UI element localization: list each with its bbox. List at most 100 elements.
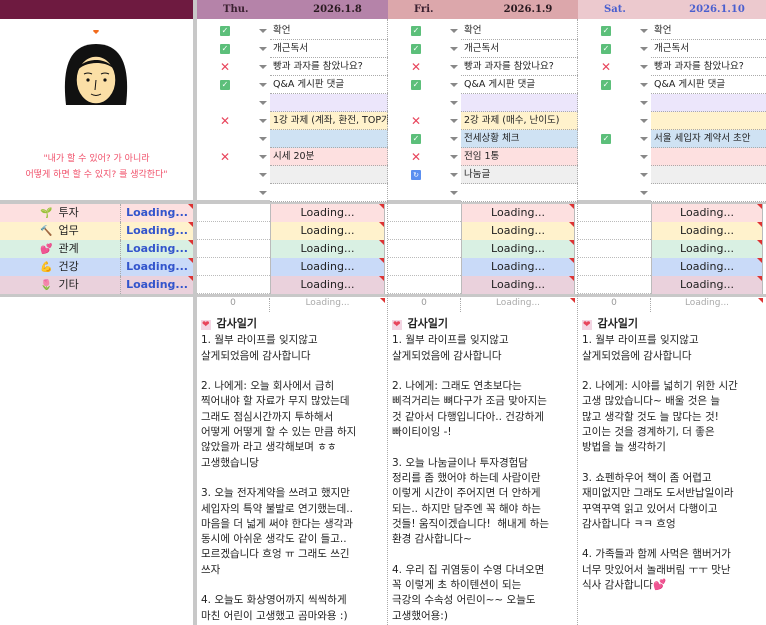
checkbox-checked-icon[interactable]: ✓ (601, 134, 611, 144)
task-text-cell[interactable]: Q&A 게시판 댓글 (651, 76, 766, 94)
cross-icon[interactable]: ✕ (411, 151, 421, 163)
task-text-cell[interactable]: Q&A 게시판 댓글 (461, 76, 578, 94)
dropdown-arrow-icon[interactable] (259, 29, 267, 33)
task-text-cell[interactable]: 시세 20분 (270, 148, 388, 166)
category-day-value[interactable]: Loading... (270, 204, 385, 222)
task-text-cell[interactable] (270, 94, 388, 112)
task-text-cell[interactable]: 빵과 과자를 참았나요? (651, 58, 766, 76)
dropdown-arrow-icon[interactable] (259, 173, 267, 177)
category-day-value[interactable]: Loading... (651, 258, 763, 276)
cross-icon[interactable]: ✕ (220, 115, 230, 127)
status-empty[interactable] (220, 98, 230, 108)
status-empty[interactable] (220, 188, 230, 198)
category-day-value[interactable]: Loading... (651, 222, 763, 240)
dropdown-arrow-icon[interactable] (450, 29, 458, 33)
dropdown-arrow-icon[interactable] (640, 119, 648, 123)
category-day-value[interactable]: Loading... (461, 276, 575, 294)
task-text-cell[interactable]: 개근독서 (651, 40, 766, 58)
status-empty[interactable] (220, 170, 230, 180)
checkbox-checked-icon[interactable]: ✓ (220, 80, 230, 90)
checkbox-checked-icon[interactable]: ✓ (411, 26, 421, 36)
task-text-cell[interactable] (270, 130, 388, 148)
status-empty[interactable] (601, 152, 611, 162)
cross-icon[interactable]: ✕ (601, 61, 611, 73)
task-text-cell[interactable] (461, 184, 578, 202)
task-text-cell[interactable] (651, 112, 766, 130)
task-text-cell[interactable]: 빵과 과자를 참았나요? (461, 58, 578, 76)
status-empty[interactable] (601, 116, 611, 126)
task-text-cell[interactable]: 확언 (651, 22, 766, 40)
dropdown-arrow-icon[interactable] (450, 191, 458, 195)
task-text-cell[interactable]: 전임 1통 (461, 148, 578, 166)
status-empty[interactable] (601, 98, 611, 108)
category-day-value[interactable]: Loading... (461, 204, 575, 222)
checkbox-checked-icon[interactable]: ✓ (411, 44, 421, 54)
task-text-cell[interactable]: 2강 과제 (매수, 난이도) (461, 112, 578, 130)
dropdown-arrow-icon[interactable] (640, 101, 648, 105)
dropdown-arrow-icon[interactable] (640, 173, 648, 177)
dropdown-arrow-icon[interactable] (640, 29, 648, 33)
dropdown-arrow-icon[interactable] (450, 65, 458, 69)
dropdown-arrow-icon[interactable] (259, 101, 267, 105)
checkbox-checked-icon[interactable]: ✓ (220, 44, 230, 54)
dropdown-arrow-icon[interactable] (450, 137, 458, 141)
task-text-cell[interactable]: 개근독서 (461, 40, 578, 58)
dropdown-arrow-icon[interactable] (450, 83, 458, 87)
dropdown-arrow-icon[interactable] (640, 191, 648, 195)
category-day-value[interactable]: Loading... (270, 276, 385, 294)
task-text-cell[interactable] (651, 184, 766, 202)
task-text-cell[interactable] (270, 184, 388, 202)
dropdown-arrow-icon[interactable] (259, 155, 267, 159)
dropdown-arrow-icon[interactable] (450, 119, 458, 123)
cross-icon[interactable]: ✕ (220, 61, 230, 73)
category-day-value[interactable]: Loading... (461, 240, 575, 258)
task-text-cell[interactable] (651, 148, 766, 166)
dropdown-arrow-icon[interactable] (450, 155, 458, 159)
category-total[interactable]: Loading... (121, 258, 193, 276)
sync-icon[interactable]: ↻ (411, 170, 421, 180)
status-empty[interactable] (601, 188, 611, 198)
task-text-cell[interactable] (651, 94, 766, 112)
dropdown-arrow-icon[interactable] (259, 137, 267, 141)
checkbox-checked-icon[interactable]: ✓ (220, 26, 230, 36)
dropdown-arrow-icon[interactable] (450, 173, 458, 177)
category-total[interactable]: Loading... (121, 222, 193, 240)
category-total[interactable]: Loading... (121, 240, 193, 258)
task-text-cell[interactable]: 1강 과제 (계좌, 환전, TOP가 (270, 112, 388, 130)
category-day-value[interactable]: Loading... (270, 240, 385, 258)
dropdown-arrow-icon[interactable] (450, 101, 458, 105)
cross-icon[interactable]: ✕ (411, 61, 421, 73)
cross-icon[interactable]: ✕ (220, 151, 230, 163)
category-total[interactable]: Loading... (121, 276, 193, 294)
category-day-value[interactable]: Loading... (651, 276, 763, 294)
gratitude-journal[interactable]: ❤ 감사일기 1. 월부 라이프를 잊지않고 살게되었음에 감사합니다 2. 나에게… (201, 316, 386, 625)
dropdown-arrow-icon[interactable] (640, 47, 648, 51)
task-text-cell[interactable]: 확언 (270, 22, 388, 40)
dropdown-arrow-icon[interactable] (259, 47, 267, 51)
category-day-value[interactable]: Loading... (461, 258, 575, 276)
category-day-value[interactable]: Loading... (270, 258, 385, 276)
category-total[interactable]: Loading... (121, 204, 193, 222)
dropdown-arrow-icon[interactable] (259, 65, 267, 69)
dropdown-arrow-icon[interactable] (640, 65, 648, 69)
task-text-cell[interactable]: 서울 세입자 계약서 초안 (651, 130, 766, 148)
category-day-value[interactable]: Loading... (270, 222, 385, 240)
status-empty[interactable] (220, 134, 230, 144)
checkbox-checked-icon[interactable]: ✓ (411, 80, 421, 90)
status-empty[interactable] (411, 188, 421, 198)
task-text-cell[interactable]: 빵과 과자를 참았나요? (270, 58, 388, 76)
category-day-value[interactable]: Loading... (651, 204, 763, 222)
dropdown-arrow-icon[interactable] (640, 83, 648, 87)
checkbox-checked-icon[interactable]: ✓ (601, 80, 611, 90)
checkbox-checked-icon[interactable]: ✓ (601, 26, 611, 36)
task-text-cell[interactable] (651, 166, 766, 184)
checkbox-checked-icon[interactable]: ✓ (411, 134, 421, 144)
gratitude-journal[interactable]: ❤ 감사일기 1. 월부 라이프를 잊지않고 살게되었음에 감사합니다 2. 나에게… (392, 316, 576, 625)
dropdown-arrow-icon[interactable] (259, 191, 267, 195)
status-empty[interactable] (601, 170, 611, 180)
dropdown-arrow-icon[interactable] (640, 137, 648, 141)
task-text-cell[interactable]: 개근독서 (270, 40, 388, 58)
category-day-value[interactable]: Loading... (461, 222, 575, 240)
status-empty[interactable] (411, 98, 421, 108)
checkbox-checked-icon[interactable]: ✓ (601, 44, 611, 54)
